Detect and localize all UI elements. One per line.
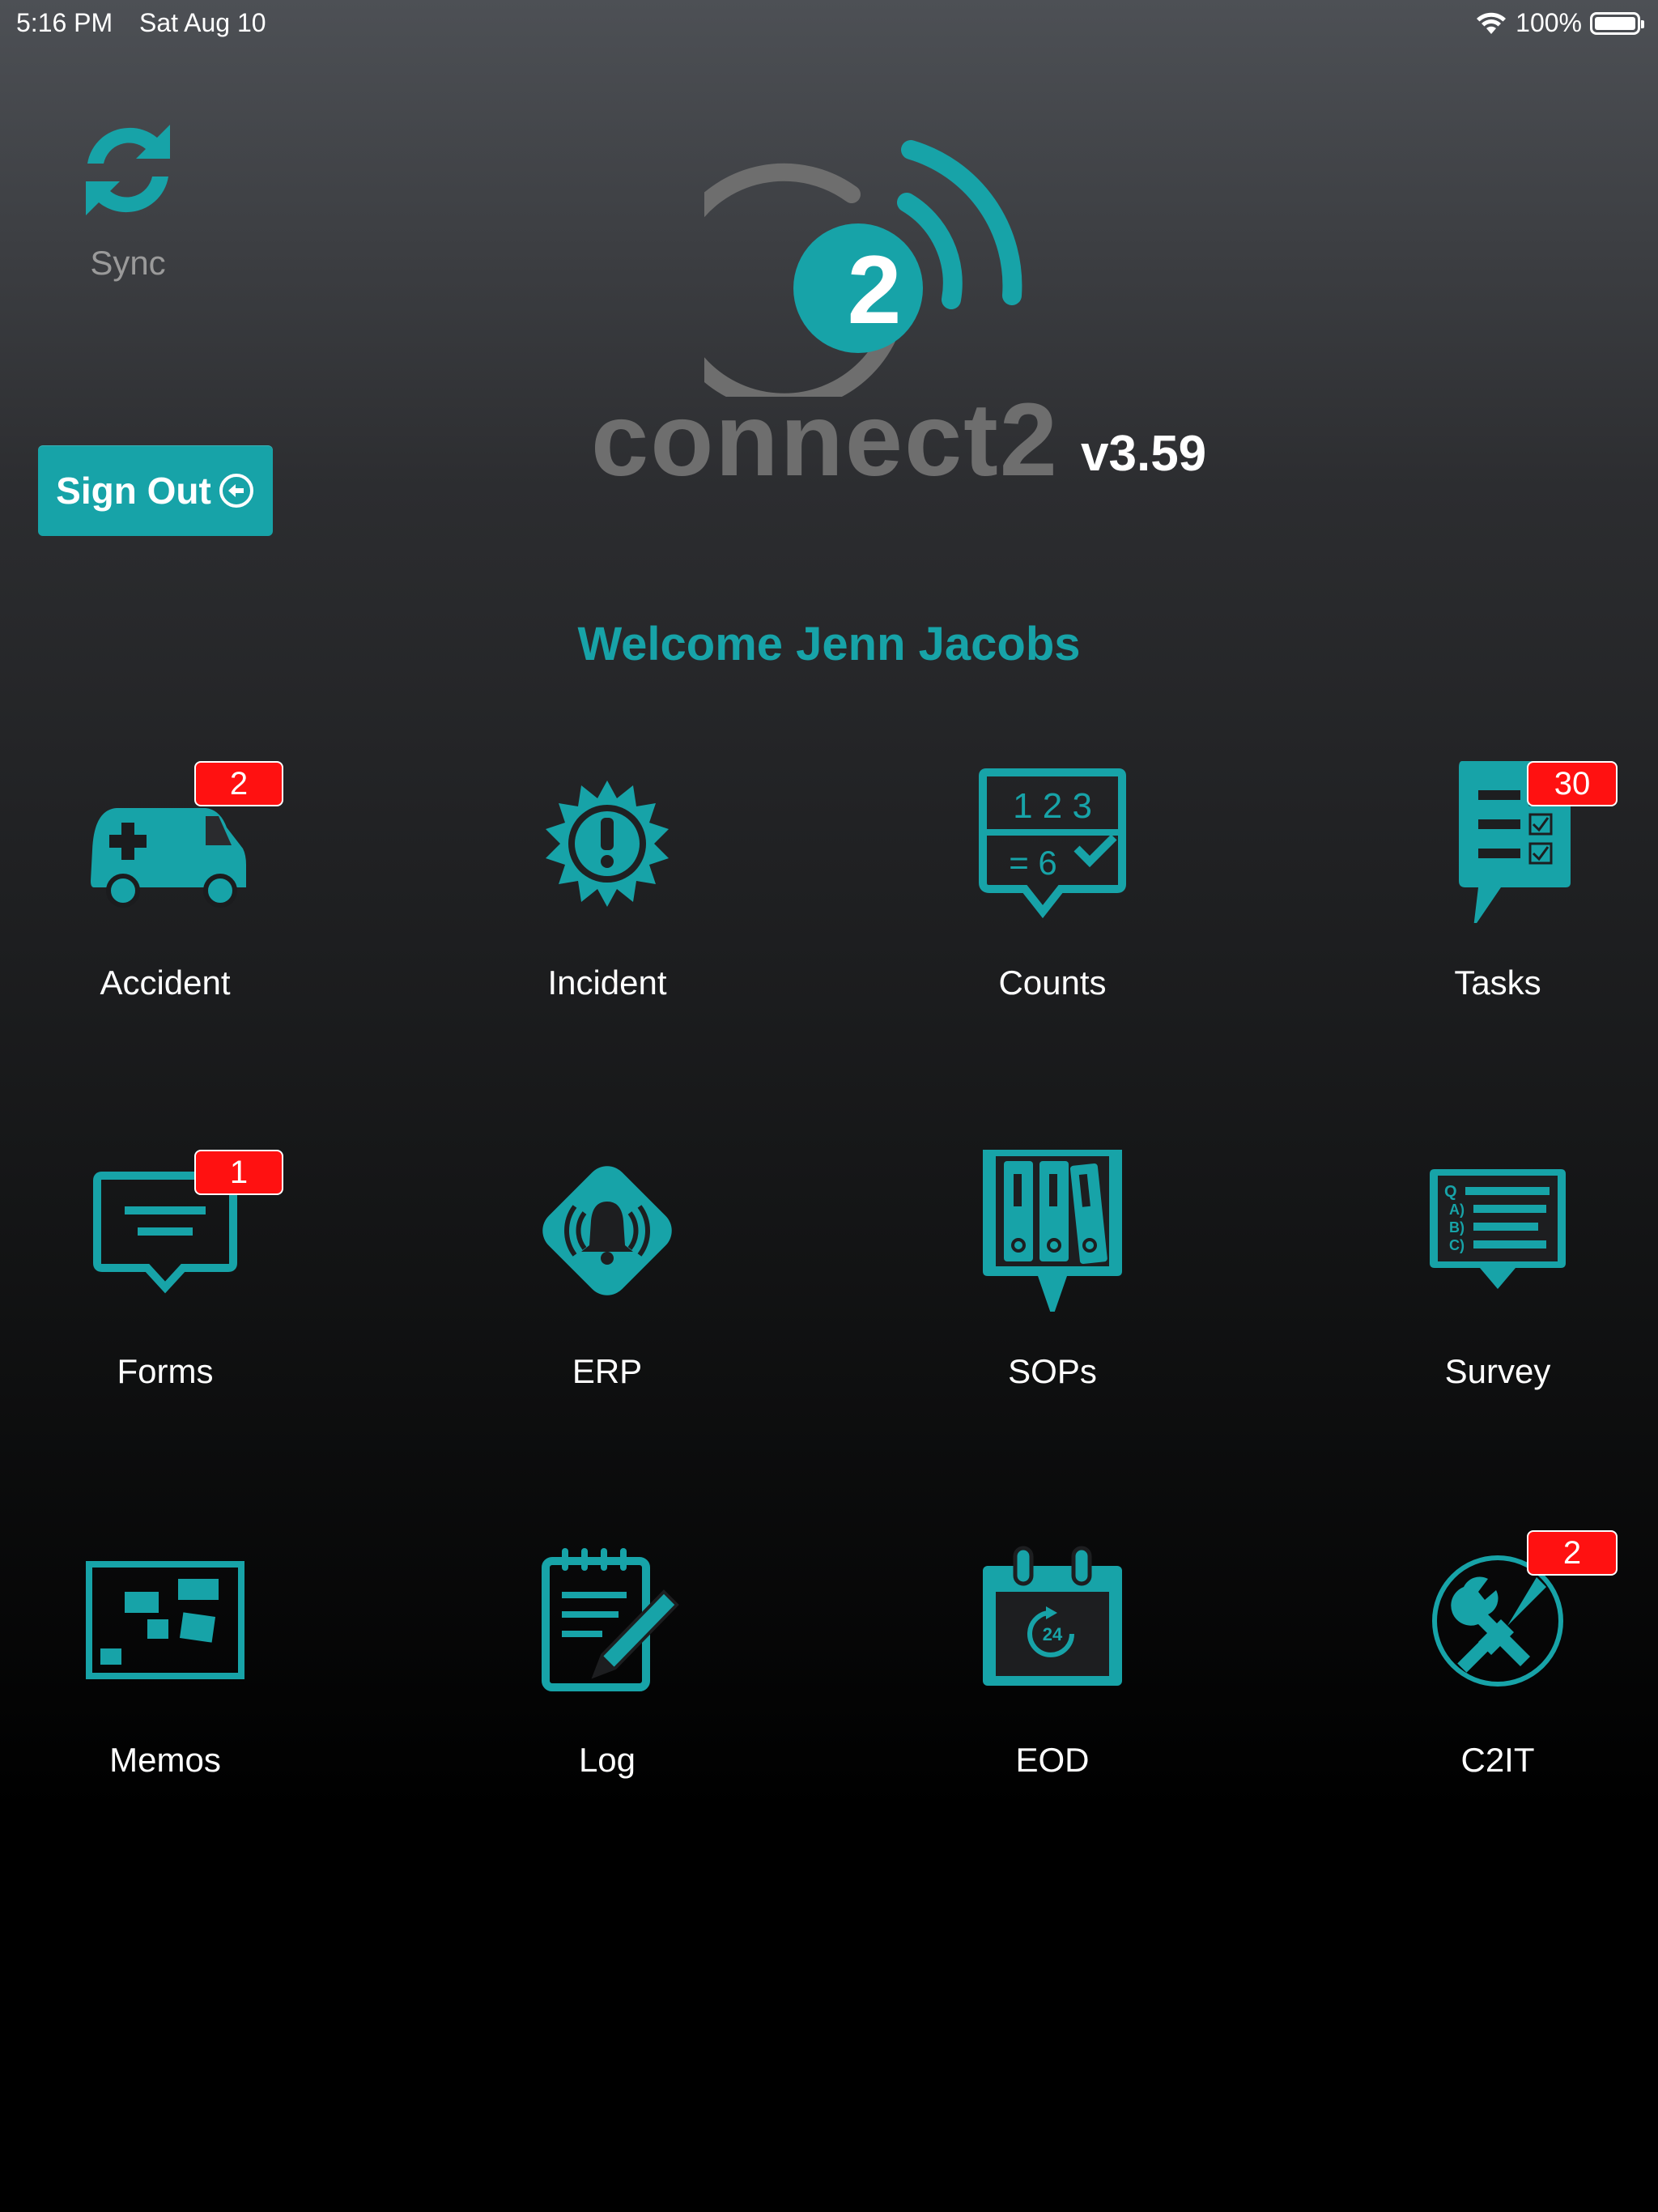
tile-eod[interactable]: 24 EOD [931,1538,1174,1797]
connect2-logo: 2 connect2 v3.59 [591,130,1255,492]
survey-icon: Q A) B) C) [1430,1169,1566,1289]
memo-board-icon [86,1561,244,1679]
calendar-24-icon: 24 [983,1546,1122,1686]
tile-tasks[interactable]: Tasks 30 [1376,761,1619,1020]
tile-label: Counts [998,963,1107,1002]
welcome-message: Welcome Jenn Jacobs [577,618,1081,670]
counts-icon-total: = 6 [1009,844,1057,882]
status-date: Sat Aug 10 [139,8,266,37]
sync-button[interactable]: Sync [71,113,185,283]
tile-counts[interactable]: 1 2 3 = 6 Counts [931,761,1174,1020]
sync-icon [86,125,170,215]
status-bar: 5:16 PM Sat Aug 10 100% [0,0,1658,49]
notification-badge: 2 [194,761,283,806]
tile-label: Tasks [1454,963,1541,1002]
sync-label: Sync [90,244,166,282]
tile-sops[interactable]: SOPs [931,1150,1174,1409]
notification-badge: 2 [1527,1530,1618,1576]
alert-burst-icon [546,781,669,907]
survey-a: A) [1449,1202,1465,1218]
status-time: 5:16 PM [16,8,113,37]
binders-icon [983,1150,1122,1312]
tile-accident[interactable]: Accident 2 [44,761,287,1020]
sign-out-label: Sign Out [56,470,211,512]
counts-bubble-icon: 1 2 3 = 6 [979,768,1126,919]
notepad-pencil-icon [542,1548,679,1691]
battery-icon [1590,11,1644,35]
tile-label: Survey [1444,1352,1551,1390]
tile-label: Memos [109,1741,221,1779]
alarm-bell-icon [542,1166,672,1295]
survey-c: C) [1449,1237,1465,1253]
tile-label: SOPs [1008,1352,1097,1390]
tile-erp[interactable]: ERP [486,1150,729,1409]
tile-label: ERP [572,1352,643,1390]
counts-icon-numbers: 1 2 3 [1013,786,1092,826]
tile-label: Forms [117,1352,214,1390]
logo-badge-digit: 2 [847,236,902,344]
app-version: v3.59 [1081,426,1207,482]
tile-incident[interactable]: Incident [486,761,729,1020]
status-right: 100% [1475,8,1644,38]
tile-c2it[interactable]: C2IT 2 [1376,1530,1619,1797]
tile-log[interactable]: Log [486,1538,729,1797]
calendar-24-text: 24 [1043,1624,1063,1644]
tile-label: Accident [100,963,231,1002]
tile-label: Log [578,1741,636,1779]
tile-survey[interactable]: Q A) B) C) Survey [1376,1150,1619,1409]
sign-out-arrow-icon [219,474,253,508]
notification-badge: 30 [1527,761,1618,806]
survey-q: Q [1444,1183,1457,1201]
battery-percent: 100% [1516,8,1582,37]
tile-memos[interactable]: Memos [44,1538,287,1797]
wifi-icon [1477,12,1507,34]
tile-forms[interactable]: Forms 1 [44,1150,287,1409]
tile-label: EOD [1015,1741,1090,1779]
notification-badge: 1 [194,1150,283,1195]
logo-wordmark: connect2 [591,382,1059,498]
sign-out-button[interactable]: Sign Out [38,445,273,536]
tile-label: Incident [547,963,667,1002]
survey-b: B) [1449,1219,1465,1236]
tile-label: C2IT [1460,1741,1535,1779]
